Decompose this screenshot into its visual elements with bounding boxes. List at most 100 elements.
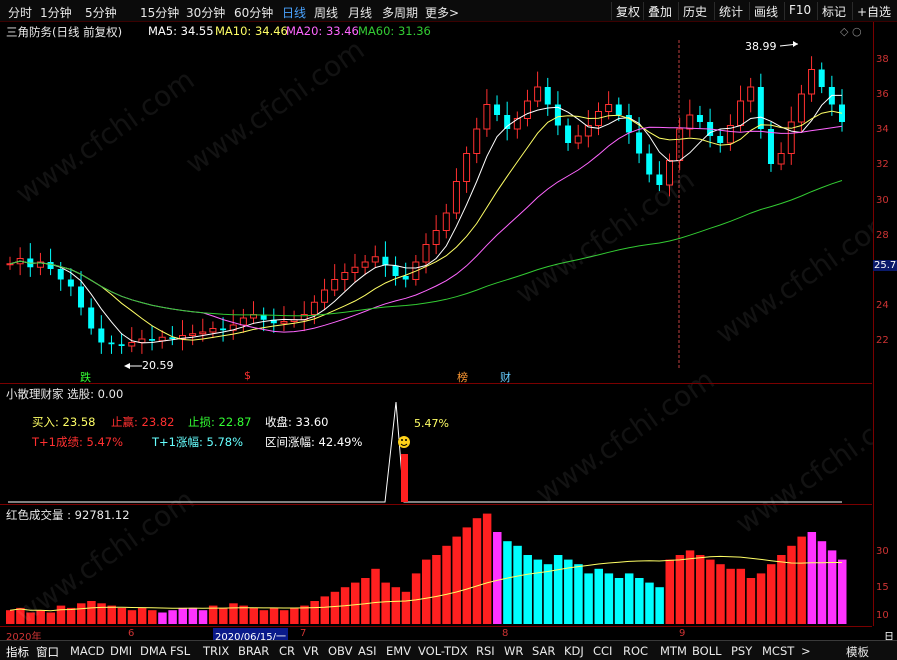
indicator-tab[interactable]: CCI [593,644,612,658]
candle-body [717,136,724,143]
volume-bar [655,587,664,624]
high-arrow-head [793,41,798,47]
candle-body [747,86,755,102]
event-mark[interactable]: $ [244,369,251,382]
candle-body [797,93,805,123]
volume-bar [239,605,248,624]
volume-bar [472,518,482,624]
take-profit-label: 止赢: 23.82 [111,415,175,429]
volume-bar [685,550,695,624]
candle-body [331,279,339,291]
candle-body [88,307,95,329]
volume-bar [320,596,330,624]
volume-bar [533,559,543,624]
indicator-tab[interactable]: BRAR [238,644,269,658]
indicator-tab[interactable]: FSL [170,644,190,658]
axis-tick: 24 [876,300,889,311]
volume-bar [178,607,187,624]
volume-bar [279,610,289,624]
volume-bar [665,559,675,624]
date-tick: 8 [502,628,509,639]
indicator-tab[interactable]: CR [279,644,295,658]
volume-bar [716,564,725,624]
indicator-tab[interactable]: PSY [731,644,752,658]
axis-tick: 15 [876,582,889,593]
collapse-icon[interactable]: ◇ ○ [840,25,862,38]
indicator-tab[interactable]: RSI [476,644,495,658]
candle-body [615,104,622,115]
volume-bar [107,605,116,624]
volume-bar [746,578,756,624]
candle-body [78,286,85,308]
candle-body [149,339,156,341]
indicator-tab[interactable]: KDJ [564,644,584,658]
indicator-tab[interactable]: BOLL [692,644,722,658]
indicator-tab[interactable]: VOL-TDX [418,644,468,658]
indicator-tab[interactable]: ASI [358,644,377,658]
volume-bar [361,578,370,624]
candle-body [544,87,551,105]
low-arrow-head [124,363,130,369]
candle-body [57,269,64,280]
volume-bar [462,527,472,624]
indicator-tab[interactable]: OBV [328,644,352,658]
indicator-tab[interactable]: DMA [140,644,167,658]
volume-bar [797,536,806,624]
volume-bar [584,573,593,624]
volume-bar [87,601,96,624]
volume-bar [726,568,735,624]
volume-bar [695,555,705,624]
candle-body [189,333,197,336]
indicator-tab[interactable]: > [801,644,811,658]
axis-tick: 30 [876,195,889,206]
t1-profit-label: T+1成绩: 5.47% [32,435,124,449]
indicator-tab[interactable]: WR [504,644,523,658]
indicator-tab[interactable]: EMV [386,644,411,658]
volume-bar [36,610,45,624]
volume-bar [66,607,76,624]
volume-bar [493,532,502,624]
volume-bar [635,578,644,624]
chart-canvas [6,40,847,624]
volume-bar [787,545,796,624]
candle-body [737,100,745,126]
candle-body [402,276,409,280]
candle-body [118,344,125,346]
stock-title: 三角防务(日线 前复权) [6,25,123,39]
ma20-line [9,125,843,333]
indicator-tab[interactable]: MCST [762,644,794,658]
close-label: 收盘: 33.60 [265,415,329,429]
volume-bar [624,573,634,624]
volume-bar [310,601,319,624]
volume-bar [432,555,441,624]
indicator-tab[interactable]: 指标 [6,644,29,660]
volume-bar [148,610,157,624]
candle-body [361,261,369,268]
volume-bar [807,532,817,624]
indicator-tab[interactable]: 窗口 [36,644,59,660]
volume-bar [523,555,532,624]
buy-label: 买入: 23.58 [32,415,96,429]
volume-bar [330,591,340,624]
indicator-tab[interactable]: ROC [623,644,648,658]
volume-bar [594,568,603,624]
indicator-tab[interactable]: MTM [660,644,687,658]
indicator-tabbar: 指标 窗口 MACD DMI DMA FSL TRIX BRAR CR VR OBV ASI EMV VO… [0,640,897,660]
indicator-tab[interactable]: MACD [70,644,104,658]
indicator-tab[interactable]: 模板 [846,644,869,660]
volume-bar [229,603,238,624]
axis-tick: 38 [876,54,889,65]
volume-bar [838,559,847,624]
candle-body [452,181,460,214]
indicator-tab[interactable]: TRIX [203,644,229,658]
candle-body [494,104,501,115]
indicator-tab[interactable]: SAR [532,644,555,658]
pct-label: 5.47% [414,417,449,430]
volume-bar [46,612,56,624]
indicator-tab[interactable]: VR [303,644,319,658]
volume-bar [16,607,25,624]
volume-title: 红色成交量 : 92781.12 [6,508,130,522]
indicator-tab[interactable]: DMI [110,644,132,658]
volume-bar [614,578,624,624]
range-gain-label: 区间涨幅: 42.49% [265,435,363,449]
